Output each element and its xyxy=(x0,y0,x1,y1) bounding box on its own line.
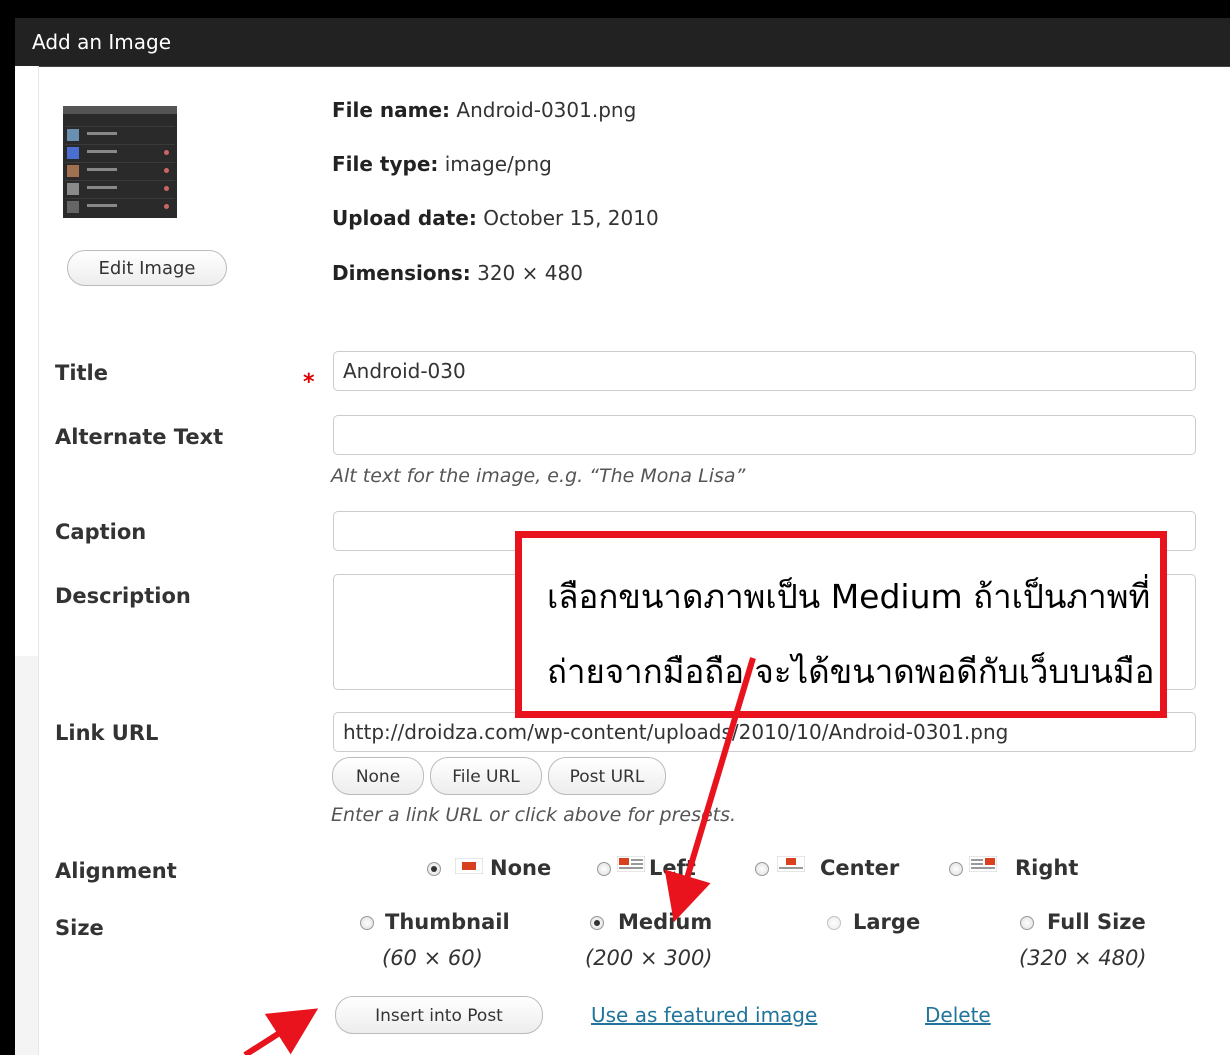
link-file-url-button[interactable]: File URL xyxy=(430,757,542,795)
link-none-button[interactable]: None xyxy=(332,757,424,795)
dimensions-value: 320 × 480 xyxy=(477,261,583,285)
align-right-icon xyxy=(969,856,997,872)
size-medium-dims: (200 × 300) xyxy=(585,946,713,970)
dimensions-row: Dimensions: 320 × 480 xyxy=(332,261,583,285)
align-left-icon xyxy=(617,856,645,872)
align-none-label: None xyxy=(490,856,552,880)
left-gutter xyxy=(15,66,39,1055)
edit-image-button[interactable]: Edit Image xyxy=(67,250,227,286)
align-right-label: Right xyxy=(1015,856,1079,880)
title-input[interactable]: Android-030 xyxy=(333,351,1196,391)
title-label: Title xyxy=(55,361,109,385)
link-url-hint: Enter a link URL or click above for pres… xyxy=(331,804,737,826)
size-medium-label: Medium xyxy=(618,910,713,934)
upload-date-row: Upload date: October 15, 2010 xyxy=(332,206,659,230)
size-full-radio[interactable] xyxy=(1020,916,1034,930)
size-full-label: Full Size xyxy=(1047,910,1146,934)
file-type-row: File type: image/png xyxy=(332,152,552,176)
image-thumbnail xyxy=(63,106,177,218)
link-url-label: Link URL xyxy=(55,721,159,745)
link-post-url-button[interactable]: Post URL xyxy=(548,757,666,795)
file-name-row: File name: Android-0301.png xyxy=(332,98,637,122)
insert-into-post-button[interactable]: Insert into Post xyxy=(335,996,543,1034)
alignment-label: Alignment xyxy=(55,859,177,883)
size-large-label: Large xyxy=(853,910,921,934)
annotation-callout: เลือกขนาดภาพเป็น Medium ถ้าเป็นภาพที่ ถ่… xyxy=(515,531,1167,718)
align-none-radio[interactable] xyxy=(427,862,441,876)
file-type-value: image/png xyxy=(444,152,552,176)
size-full-dims: (320 × 480) xyxy=(1019,946,1147,970)
callout-line-2: ถ่ายจากมือถือ จะได้ขนาดพอดีกับเว็บบนมือ xyxy=(547,652,1155,691)
file-name-value: Android-0301.png xyxy=(456,98,637,122)
required-mark: * xyxy=(303,370,315,395)
description-label: Description xyxy=(55,584,191,608)
align-center-label: Center xyxy=(820,856,900,880)
upload-date-value: October 15, 2010 xyxy=(483,206,659,230)
callout-line-1: เลือกขนาดภาพเป็น Medium ถ้าเป็นภาพที่ xyxy=(547,577,1151,616)
size-label: Size xyxy=(55,916,104,940)
align-center-radio[interactable] xyxy=(755,862,769,876)
delete-link[interactable]: Delete xyxy=(925,1003,991,1027)
alt-text-input[interactable] xyxy=(333,415,1196,455)
size-large-radio[interactable] xyxy=(827,916,841,930)
align-left-label: Left xyxy=(649,856,696,880)
align-left-radio[interactable] xyxy=(597,862,611,876)
size-thumbnail-label: Thumbnail xyxy=(385,910,510,934)
alt-text-label: Alternate Text xyxy=(55,425,224,449)
alt-text-hint: Alt text for the image, e.g. “The Mona L… xyxy=(331,465,746,487)
arrow-to-insert xyxy=(243,1008,319,1055)
align-right-radio[interactable] xyxy=(949,862,963,876)
align-none-icon xyxy=(455,858,483,874)
size-medium-radio[interactable] xyxy=(590,916,604,930)
dialog-title: Add an Image xyxy=(15,18,1230,67)
link-url-input[interactable]: http://droidza.com/wp-content/uploads/20… xyxy=(333,712,1196,752)
size-thumbnail-radio[interactable] xyxy=(360,916,374,930)
align-center-icon xyxy=(777,856,805,872)
add-image-dialog: Add an Image Edit Image File name: Andro… xyxy=(15,18,1230,1055)
caption-label: Caption xyxy=(55,520,147,544)
size-thumbnail-dims: (60 × 60) xyxy=(382,946,483,970)
use-as-featured-image-link[interactable]: Use as featured image xyxy=(591,1003,817,1027)
